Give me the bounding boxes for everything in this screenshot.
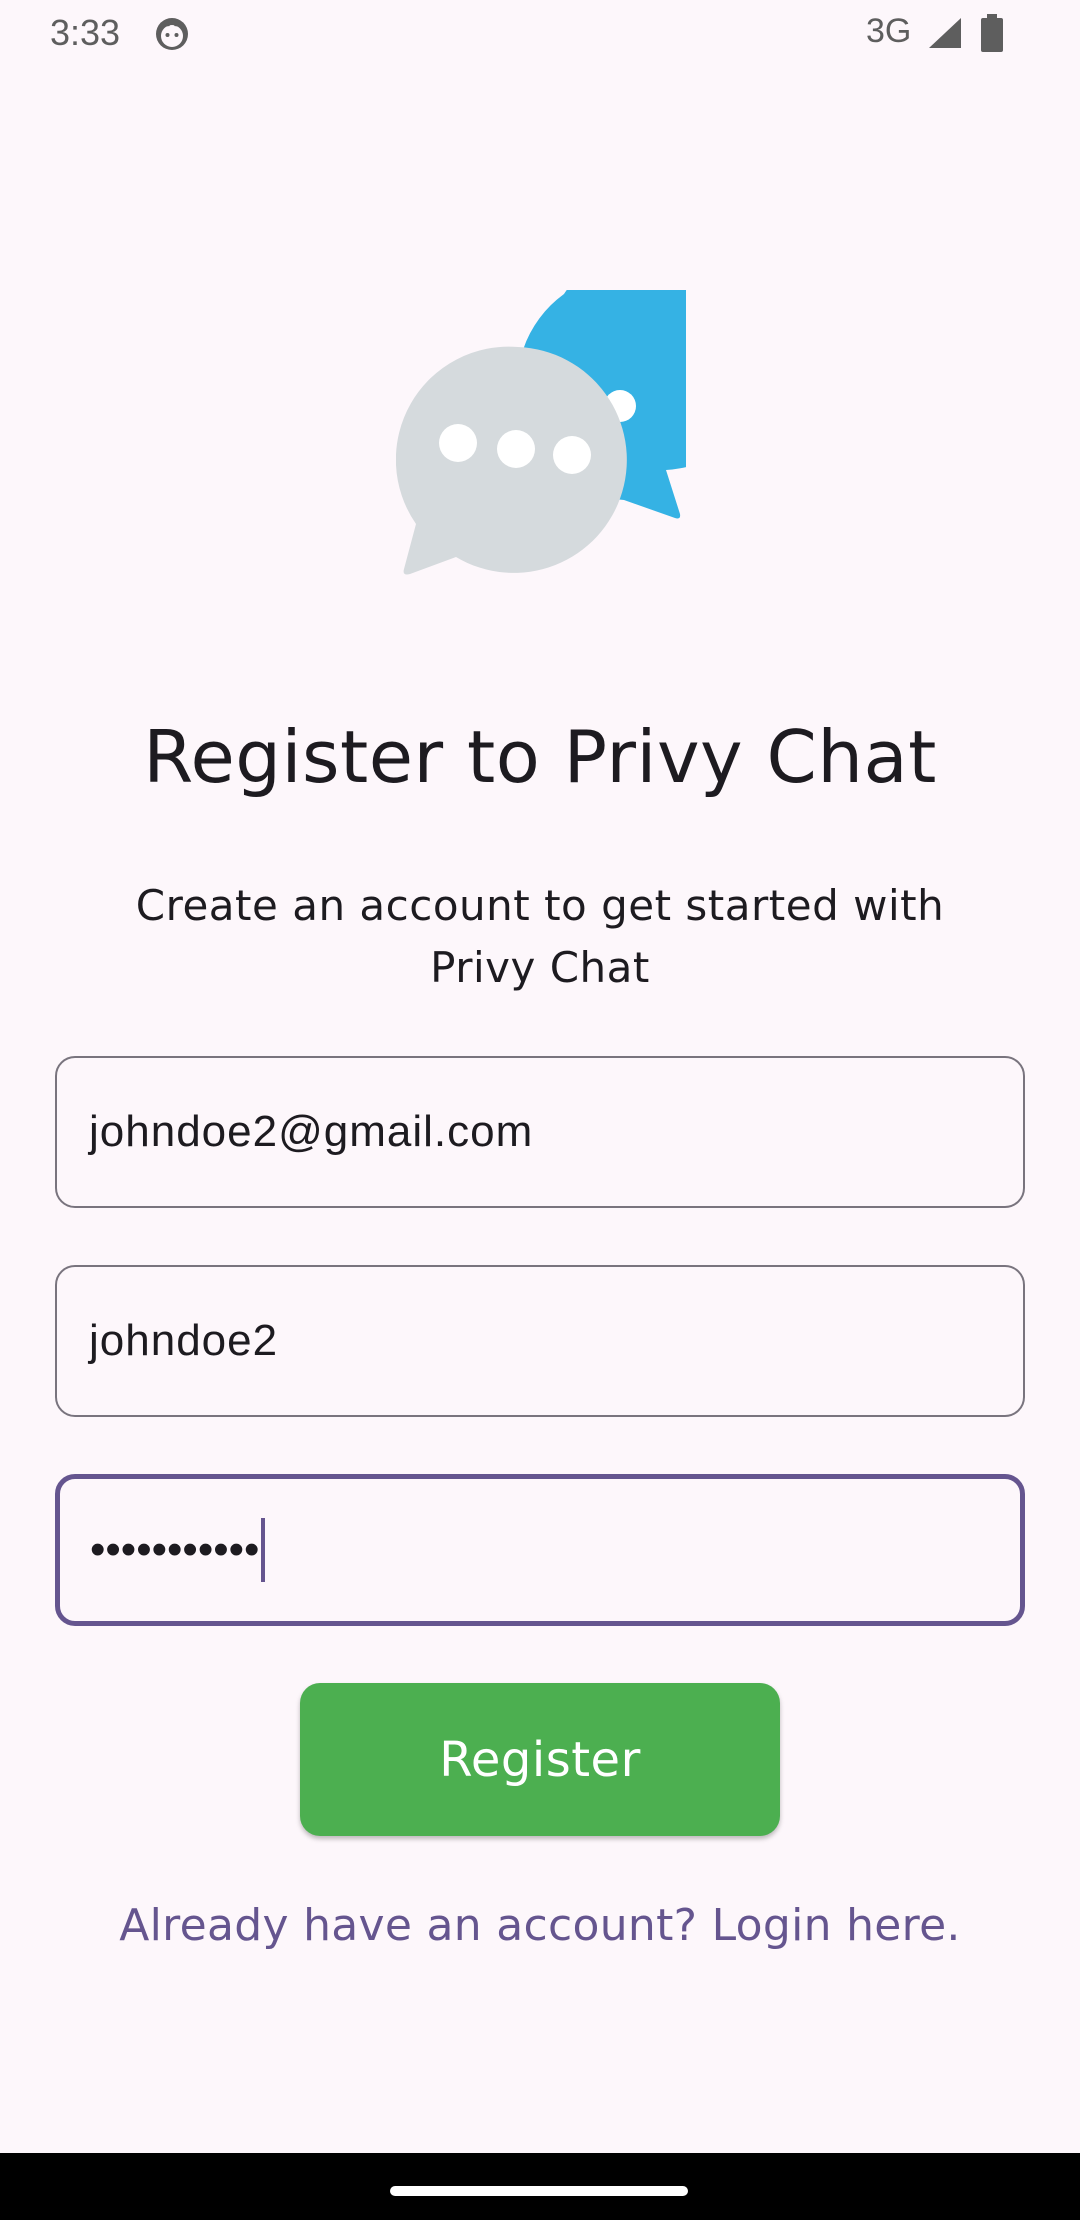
password-value: ••••••••••• [90, 1525, 260, 1574]
status-bar: 3:33 3G [0, 0, 1080, 66]
subtitle-line-1: Create an account to get started with [135, 881, 945, 930]
text-cursor [261, 1518, 266, 1582]
email-field[interactable]: johndoe2@gmail.com [55, 1056, 1025, 1208]
page-title: Register to Privy Chat [143, 715, 937, 799]
email-value: johndoe2@gmail.com [89, 1107, 534, 1156]
page-subtitle: Create an account to get started with Pr… [90, 875, 990, 999]
password-field[interactable]: ••••••••••• [55, 1474, 1025, 1626]
app-notification-icon [156, 18, 188, 50]
navigation-bar [0, 2153, 1080, 2220]
battery-icon [981, 14, 1003, 52]
home-gesture-handle[interactable] [390, 2186, 688, 2196]
subtitle-line-2: Privy Chat [430, 943, 650, 992]
network-type: 3G [866, 12, 912, 50]
username-value: johndoe2 [89, 1316, 279, 1365]
register-button[interactable]: Register [300, 1683, 780, 1836]
signal-icon [929, 18, 961, 48]
login-link[interactable]: Already have an account? Login here. [0, 1900, 1080, 1951]
status-time: 3:33 [50, 12, 121, 53]
username-field[interactable]: johndoe2 [55, 1265, 1025, 1417]
chat-bubbles-logo-icon [396, 290, 686, 575]
password-value-wrapper: ••••••••••• [90, 1479, 266, 1621]
